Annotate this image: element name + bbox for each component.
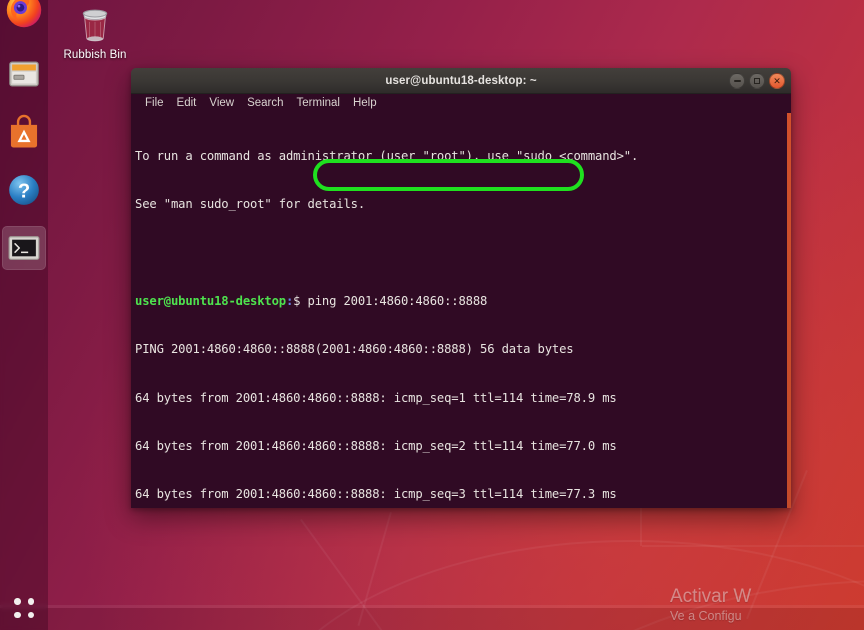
launcher-item-terminal[interactable] (2, 226, 46, 270)
window-controls: ✕ (729, 68, 785, 94)
menu-item-search[interactable]: Search (247, 94, 283, 113)
show-apps-dot (28, 612, 35, 619)
launcher-bar: ? (0, 0, 48, 630)
terminal-line-reply: 64 bytes from 2001:4860:4860::8888: icmp… (135, 486, 791, 502)
watermark-title: Activar W (670, 585, 860, 608)
window-titlebar[interactable]: user@ubuntu18-desktop: ~ ✕ (131, 68, 791, 94)
software-icon (5, 113, 43, 151)
firefox-icon (5, 0, 43, 29)
menu-item-view[interactable]: View (209, 94, 234, 113)
svg-text:?: ? (18, 181, 30, 203)
show-apps-dot (14, 612, 21, 619)
terminal-output-area[interactable]: To run a command as administrator (user … (131, 113, 791, 508)
terminal-icon (5, 229, 43, 267)
desktop-icon-rubbish-bin[interactable]: Rubbish Bin (58, 4, 132, 61)
prompt-symbol: $ (293, 294, 300, 308)
minimize-button[interactable] (729, 73, 745, 89)
activation-watermark: Activar W Ve a Configu (670, 585, 860, 624)
launcher-item-firefox[interactable] (2, 0, 46, 32)
terminal-scrollbar[interactable] (787, 113, 791, 508)
terminal-command: ping 2001:4860:4860::8888 (308, 294, 488, 308)
help-icon: ? (5, 171, 43, 209)
wallpaper-line (642, 545, 864, 547)
desktop: ? Rubbish Bin (0, 0, 864, 630)
menu-item-edit[interactable]: Edit (177, 94, 197, 113)
desktop-icon-label: Rubbish Bin (58, 49, 132, 61)
prompt-user-host: user@ubuntu18-desktop (135, 294, 286, 308)
show-apps-dot (14, 598, 21, 605)
rubbish-bin-icon (73, 4, 117, 48)
terminal-line-sudo-notice-1: To run a command as administrator (user … (135, 148, 791, 164)
launcher-item-help[interactable]: ? (2, 168, 46, 212)
maximize-button[interactable] (749, 73, 765, 89)
wallpaper-line (357, 512, 391, 626)
terminal-window[interactable]: user@ubuntu18-desktop: ~ ✕ File Edit Vie… (131, 68, 791, 508)
close-button[interactable]: ✕ (769, 73, 785, 89)
files-icon (5, 55, 43, 93)
menu-item-help[interactable]: Help (353, 94, 377, 113)
terminal-line-reply: 64 bytes from 2001:4860:4860::8888: icmp… (135, 390, 791, 406)
launcher-item-software[interactable] (2, 110, 46, 154)
menu-item-terminal[interactable]: Terminal (297, 94, 340, 113)
launcher-item-files[interactable] (2, 52, 46, 96)
menu-item-file[interactable]: File (145, 94, 164, 113)
wallpaper-line (300, 519, 384, 630)
menu-bar: File Edit View Search Terminal Help (131, 94, 791, 113)
terminal-line-sudo-notice-2: See "man sudo_root" for details. (135, 196, 791, 212)
terminal-line-reply: 64 bytes from 2001:4860:4860::8888: icmp… (135, 438, 791, 454)
show-applications-button[interactable] (8, 592, 40, 624)
window-title: user@ubuntu18-desktop: ~ (385, 75, 536, 87)
terminal-line-blank (135, 245, 791, 261)
terminal-line-ping-header: PING 2001:4860:4860::8888(2001:4860:4860… (135, 341, 791, 357)
terminal-text: To run a command as administrator (user … (135, 116, 791, 508)
show-apps-dot (28, 598, 35, 605)
watermark-subtitle: Ve a Configu (670, 608, 860, 624)
terminal-prompt-line: user@ubuntu18-desktop:$ ping 2001:4860:4… (135, 293, 791, 309)
